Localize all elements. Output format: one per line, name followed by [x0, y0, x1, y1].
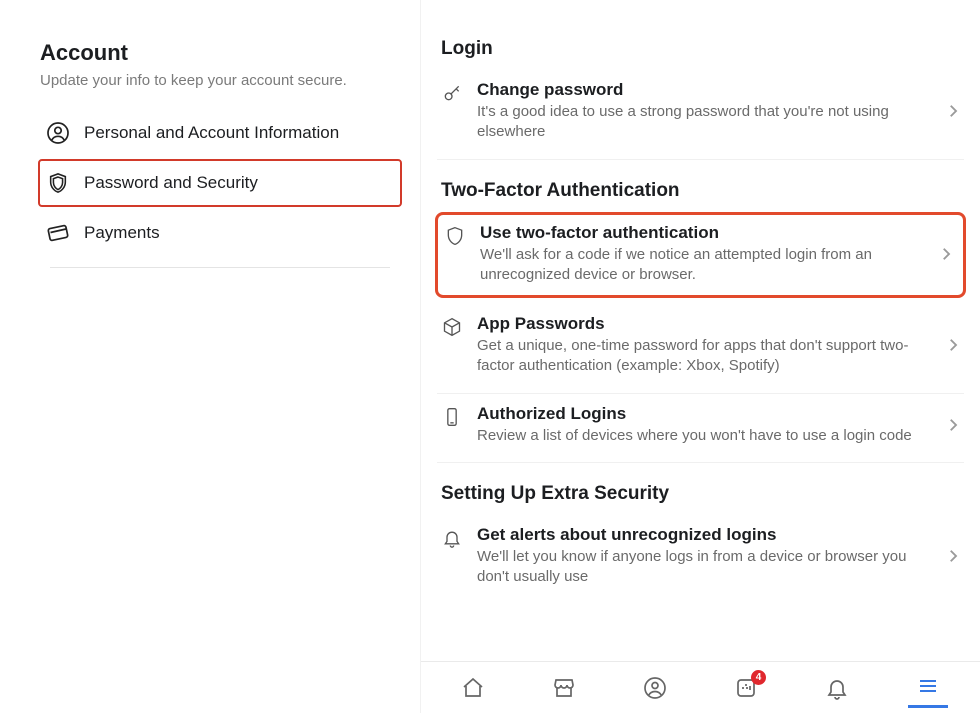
- card-icon: [46, 221, 70, 245]
- nav-profile[interactable]: [635, 668, 675, 708]
- menu-item-label: Personal and Account Information: [84, 123, 339, 143]
- nav-notifications[interactable]: [817, 668, 857, 708]
- nav-home[interactable]: [453, 668, 493, 708]
- page-title: Account: [40, 40, 400, 66]
- chevron-right-icon: [944, 336, 964, 354]
- menu-password-security[interactable]: Password and Security: [38, 159, 402, 207]
- divider: [50, 267, 390, 268]
- nav-menu[interactable]: [908, 668, 948, 708]
- row-body: Get alerts about unrecognized logins We'…: [477, 525, 944, 588]
- bottom-nav: 4: [421, 661, 980, 713]
- row-authorized-logins[interactable]: Authorized Logins Review a list of devic…: [437, 394, 964, 463]
- section-title-login: Login: [441, 38, 964, 60]
- row-title: Change password: [477, 80, 924, 100]
- menu-personal-account-info[interactable]: Personal and Account Information: [40, 109, 400, 157]
- settings-list: Login Change password It's a good idea t…: [421, 0, 980, 661]
- account-settings-panel: Account Update your info to keep your ac…: [0, 0, 420, 713]
- row-body: App Passwords Get a unique, one-time pas…: [477, 314, 944, 377]
- bell-icon: [441, 527, 463, 549]
- row-body: Change password It's a good idea to use …: [477, 80, 944, 143]
- cube-icon: [441, 316, 463, 338]
- menu-item-label: Payments: [84, 223, 160, 243]
- row-title: Get alerts about unrecognized logins: [477, 525, 924, 545]
- row-get-alerts[interactable]: Get alerts about unrecognized logins We'…: [437, 515, 964, 604]
- row-use-2fa[interactable]: Use two-factor authentication We'll ask …: [435, 212, 966, 299]
- nav-gaming[interactable]: 4: [726, 668, 766, 708]
- row-title: Authorized Logins: [477, 404, 924, 424]
- row-title: App Passwords: [477, 314, 924, 334]
- shield-icon: [444, 225, 466, 247]
- row-desc: It's a good idea to use a strong passwor…: [477, 102, 924, 143]
- section-title-2fa: Two-Factor Authentication: [441, 180, 964, 202]
- page-subtitle: Update your info to keep your account se…: [40, 72, 400, 89]
- nav-marketplace[interactable]: [544, 668, 584, 708]
- row-body: Authorized Logins Review a list of devic…: [477, 404, 944, 446]
- chevron-right-icon: [944, 416, 964, 434]
- row-desc: We'll ask for a code if we notice an att…: [480, 245, 917, 286]
- phone-icon: [441, 406, 463, 428]
- nav-badge: 4: [751, 670, 766, 685]
- row-desc: Review a list of devices where you won't…: [477, 426, 924, 446]
- row-app-passwords[interactable]: App Passwords Get a unique, one-time pas…: [437, 304, 964, 394]
- chevron-right-icon: [944, 102, 964, 120]
- user-circle-icon: [46, 121, 70, 145]
- row-desc: We'll let you know if anyone logs in fro…: [477, 547, 924, 588]
- security-settings-panel: Login Change password It's a good idea t…: [420, 0, 980, 713]
- row-body: Use two-factor authentication We'll ask …: [480, 223, 937, 286]
- section-title-extra-security: Setting Up Extra Security: [441, 483, 964, 505]
- chevron-right-icon: [937, 245, 957, 263]
- chevron-right-icon: [944, 547, 964, 565]
- menu-payments[interactable]: Payments: [40, 209, 400, 257]
- row-change-password[interactable]: Change password It's a good idea to use …: [437, 70, 964, 160]
- row-title: Use two-factor authentication: [480, 223, 917, 243]
- menu-item-label: Password and Security: [84, 173, 258, 193]
- key-icon: [441, 82, 463, 104]
- row-desc: Get a unique, one-time password for apps…: [477, 336, 924, 377]
- shield-icon: [46, 171, 70, 195]
